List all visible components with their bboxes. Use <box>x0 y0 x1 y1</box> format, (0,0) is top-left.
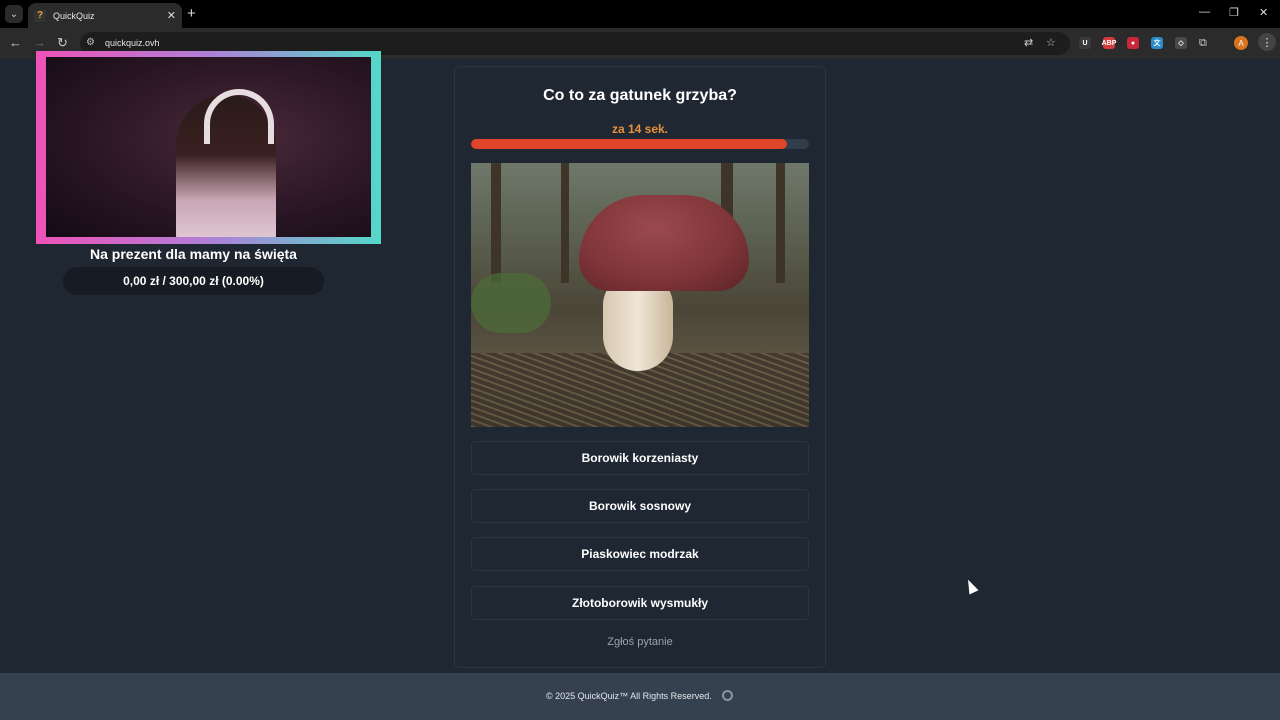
donation-goal-progress: 0,00 zł / 300,00 zł (0.00%) <box>63 267 324 295</box>
forward-arrow-icon[interactable]: → <box>33 35 46 51</box>
timer-progress-track <box>471 139 809 149</box>
browser-tab-bar: ⌄ ? QuickQuiz ✕ + — ❐ ✕ <box>0 0 1280 28</box>
minimize-icon[interactable]: — <box>1199 6 1210 18</box>
profile-avatar[interactable]: A <box>1234 36 1248 50</box>
extension-grey-icon[interactable]: ◇ <box>1175 37 1187 49</box>
browser-menu-icon[interactable]: ⋮ <box>1258 33 1276 51</box>
extension-red-icon[interactable]: ● <box>1127 37 1139 49</box>
quiz-question: Co to za gatunek grzyba? <box>543 87 737 104</box>
tree-trunk <box>776 163 785 283</box>
extension-adblock-icon[interactable]: ABP <box>1102 37 1116 49</box>
site-settings-icon[interactable]: ⚙ <box>86 37 95 48</box>
tree-trunk <box>561 163 569 283</box>
browser-tab-quickquiz[interactable]: ? QuickQuiz ✕ <box>28 3 182 28</box>
window-close-icon[interactable]: ✕ <box>1259 6 1268 19</box>
mouse-cursor <box>963 577 979 595</box>
tab-title: QuickQuiz <box>53 10 95 21</box>
report-question-link[interactable]: Zgłoś pytanie <box>455 636 825 648</box>
mushroom-photo <box>471 163 809 427</box>
answer-button-3[interactable]: Piaskowiec modrzak <box>471 537 809 571</box>
bookmark-star-icon[interactable]: ☆ <box>1046 37 1056 49</box>
address-url: quickquiz.ovh <box>105 38 160 48</box>
quiz-card: Co to za gatunek grzyba? za 14 sek. Boro… <box>454 66 826 668</box>
page-footer: © 2025 QuickQuiz™ All Rights Reserved. <box>0 673 1280 720</box>
back-arrow-icon[interactable]: ← <box>9 35 22 51</box>
quiz-timer-text: za 14 sek. <box>611 122 669 136</box>
tab-close-icon[interactable]: ✕ <box>167 9 176 22</box>
github-icon[interactable] <box>722 690 733 701</box>
tree-trunk <box>491 163 501 283</box>
webcam-video <box>46 57 371 237</box>
mushroom-cap <box>579 195 749 291</box>
footer-copyright: © 2025 QuickQuiz™ All Rights Reserved. <box>546 691 712 701</box>
tab-search-icon[interactable]: ⌄ <box>5 5 23 23</box>
translate-icon[interactable]: ⇄ <box>1024 37 1033 49</box>
headphones-shape <box>204 89 274 144</box>
answer-button-4[interactable]: Złotoborowik wysmukły <box>471 586 809 620</box>
donation-goal-title: Na prezent dla mamy na święta <box>90 246 297 262</box>
quickquiz-favicon-icon: ? <box>34 9 46 22</box>
restore-icon[interactable]: ❐ <box>1229 6 1239 19</box>
new-tab-button[interactable]: + <box>187 5 196 23</box>
moss-patch <box>471 273 551 333</box>
answer-button-2[interactable]: Borowik sosnowy <box>471 489 809 523</box>
extensions-puzzle-icon[interactable]: ⧉ <box>1199 37 1207 49</box>
webcam-overlay-frame <box>36 51 381 244</box>
reload-icon[interactable]: ↻ <box>57 35 68 51</box>
extension-translate-icon[interactable]: 文 <box>1151 37 1163 49</box>
timer-progress-fill <box>471 139 788 149</box>
extension-u-icon[interactable]: U <box>1079 37 1091 49</box>
answer-button-1[interactable]: Borowik korzeniasty <box>471 441 809 475</box>
